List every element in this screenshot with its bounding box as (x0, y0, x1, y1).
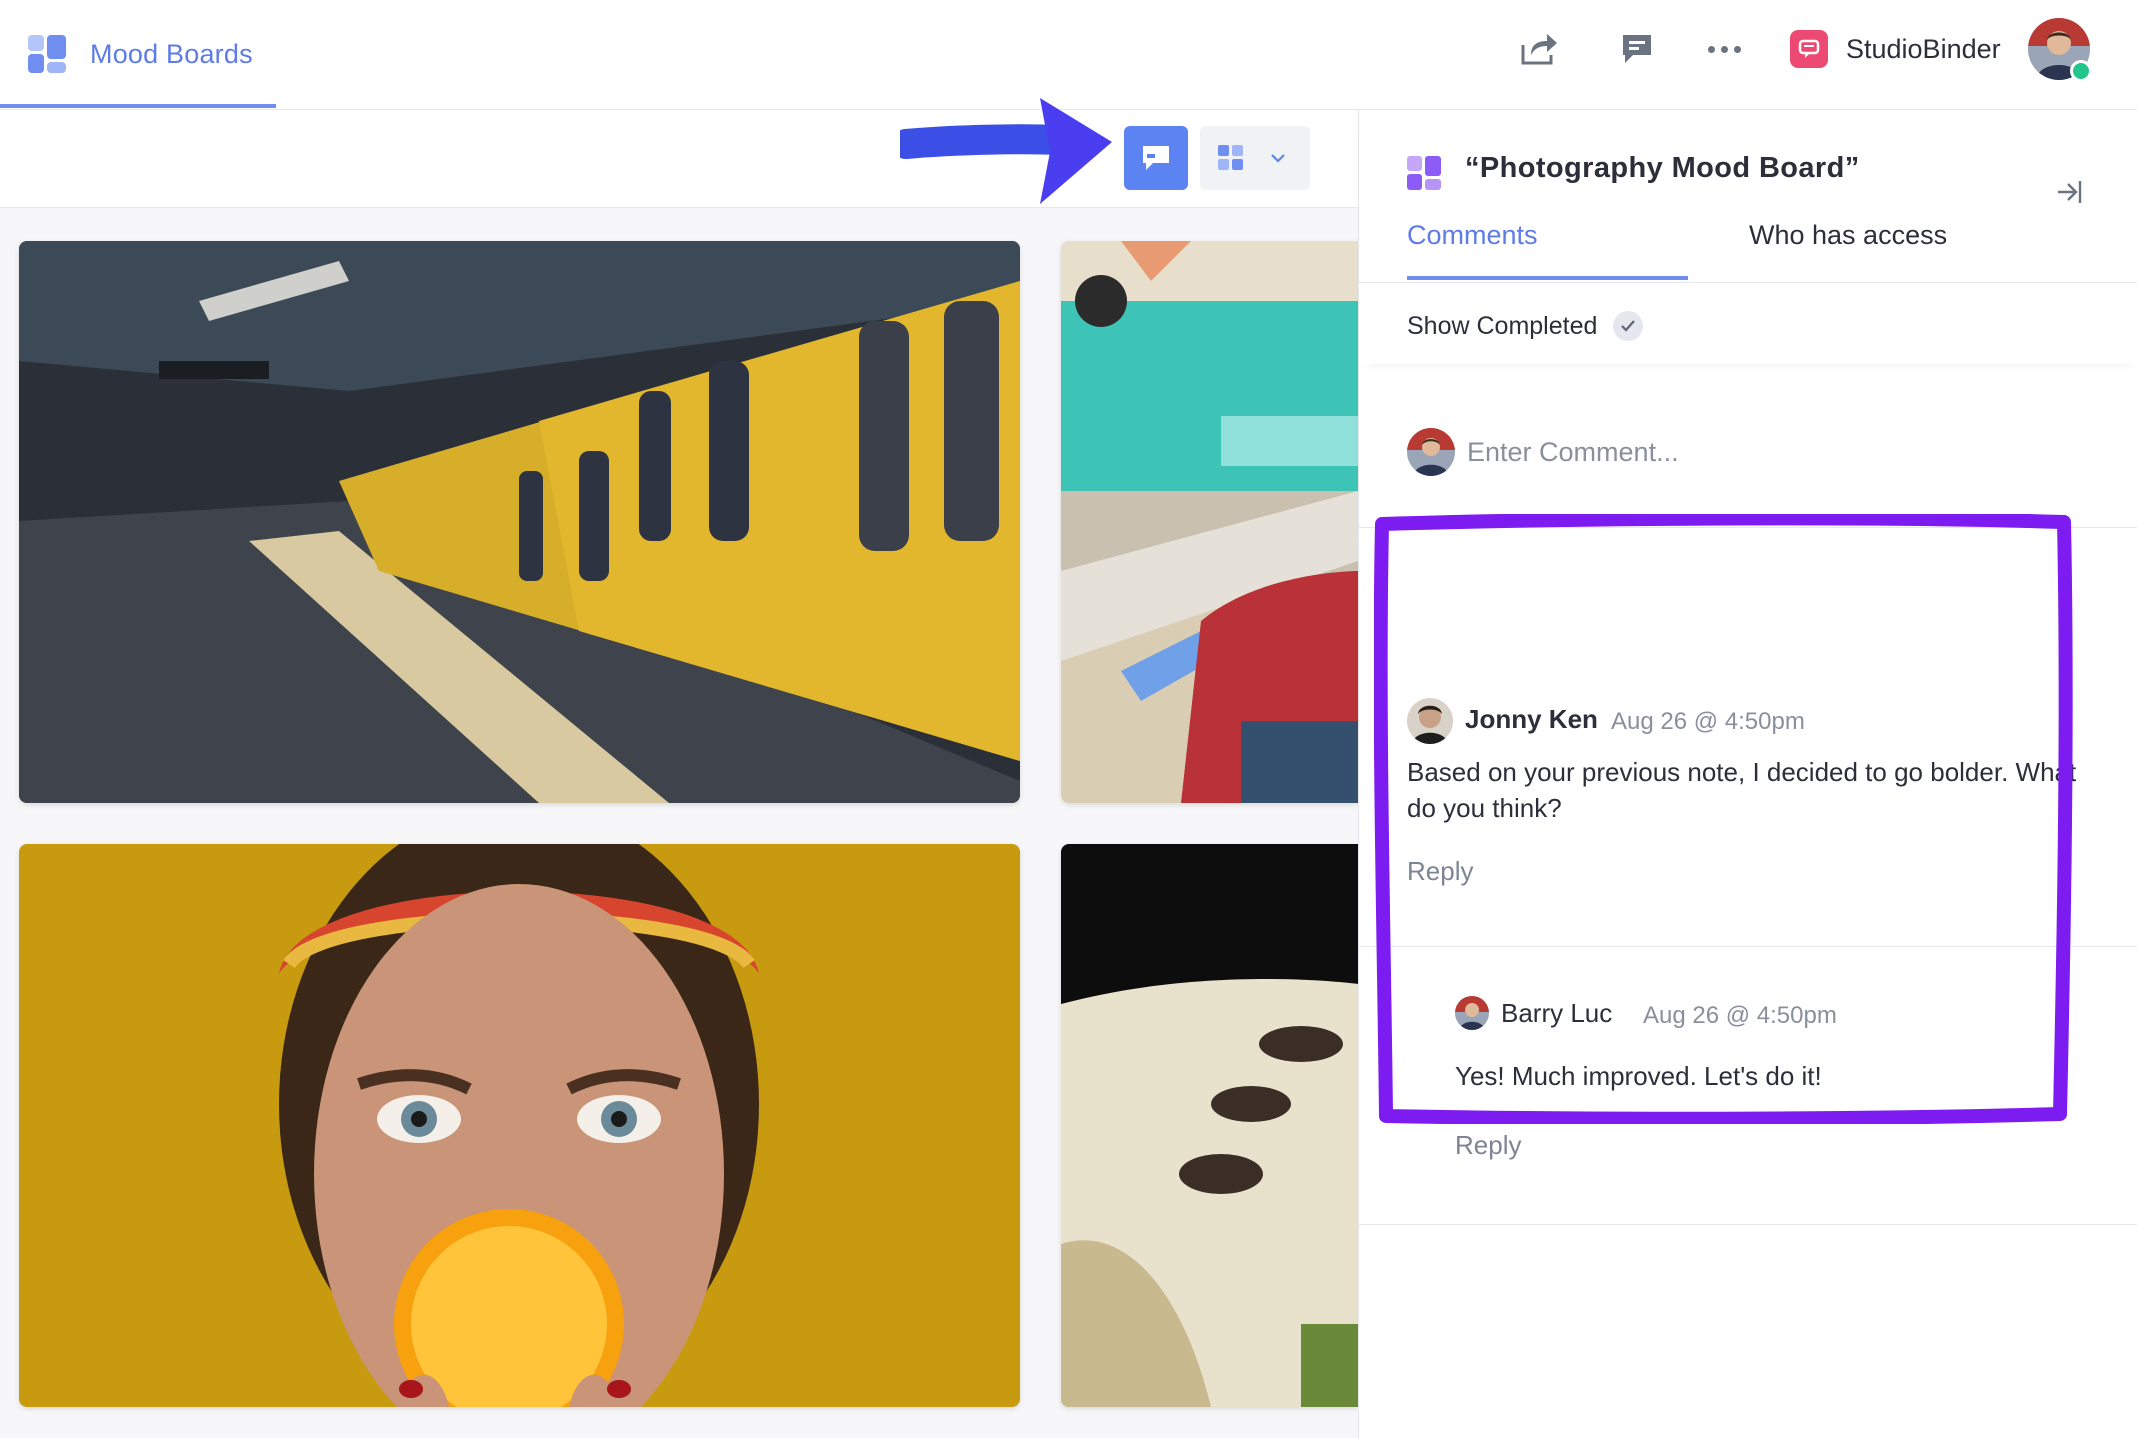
online-status-indicator (2070, 60, 2092, 82)
more-options-icon[interactable] (1697, 22, 1751, 76)
image-tile-bowling-ball-return[interactable] (1061, 844, 1358, 1407)
image-tile-subway-train[interactable] (19, 241, 1020, 803)
check-icon (1613, 311, 1644, 341)
panel-title: “Photography Mood Board” (1465, 152, 1860, 184)
comment-icon[interactable] (1610, 22, 1664, 76)
comment-divider-bottom (1359, 1224, 2137, 1225)
reply-button-nested[interactable]: Reply (1455, 1130, 1521, 1161)
grid-view-icon (1218, 145, 1244, 171)
current-user-avatar (1407, 428, 1455, 476)
mood-board-canvas (0, 110, 1358, 1438)
app-title[interactable]: Mood Boards (90, 39, 253, 70)
tabs-divider (1359, 282, 2137, 283)
panel-header: “Photography Mood Board” Comments Who ha… (1359, 110, 2137, 364)
board-toolbar (0, 110, 1358, 208)
arrow-annotation (900, 98, 1112, 204)
image-tile-bowling-alley[interactable] (1061, 241, 1358, 803)
tab-comments[interactable]: Comments (1407, 220, 1688, 280)
share-icon[interactable] (1512, 22, 1566, 76)
image-tile-woman-orange[interactable] (19, 844, 1020, 1407)
new-comment-row (1359, 410, 2137, 528)
studio-switcher[interactable]: StudioBinder (1790, 26, 2001, 72)
show-completed-label: Show Completed (1407, 311, 1598, 340)
toggle-comments-button[interactable] (1124, 126, 1188, 190)
studio-logo-icon (1790, 30, 1828, 68)
chevron-down-icon (1271, 154, 1285, 163)
highlight-annotation (1374, 514, 2073, 1124)
studio-name: StudioBinder (1846, 33, 2001, 64)
comment-input[interactable] (1467, 424, 2087, 480)
tab-who-has-access[interactable]: Who has access (1749, 220, 2049, 280)
mood-board-logo-icon (28, 35, 66, 73)
brand[interactable]: Mood Boards (28, 24, 253, 84)
active-tab-underline (0, 104, 276, 108)
mood-board-icon (1407, 156, 1441, 190)
view-mode-dropdown[interactable] (1200, 126, 1310, 190)
collapse-panel-icon[interactable] (2049, 172, 2089, 212)
show-completed-toggle[interactable]: Show Completed (1407, 306, 1644, 346)
